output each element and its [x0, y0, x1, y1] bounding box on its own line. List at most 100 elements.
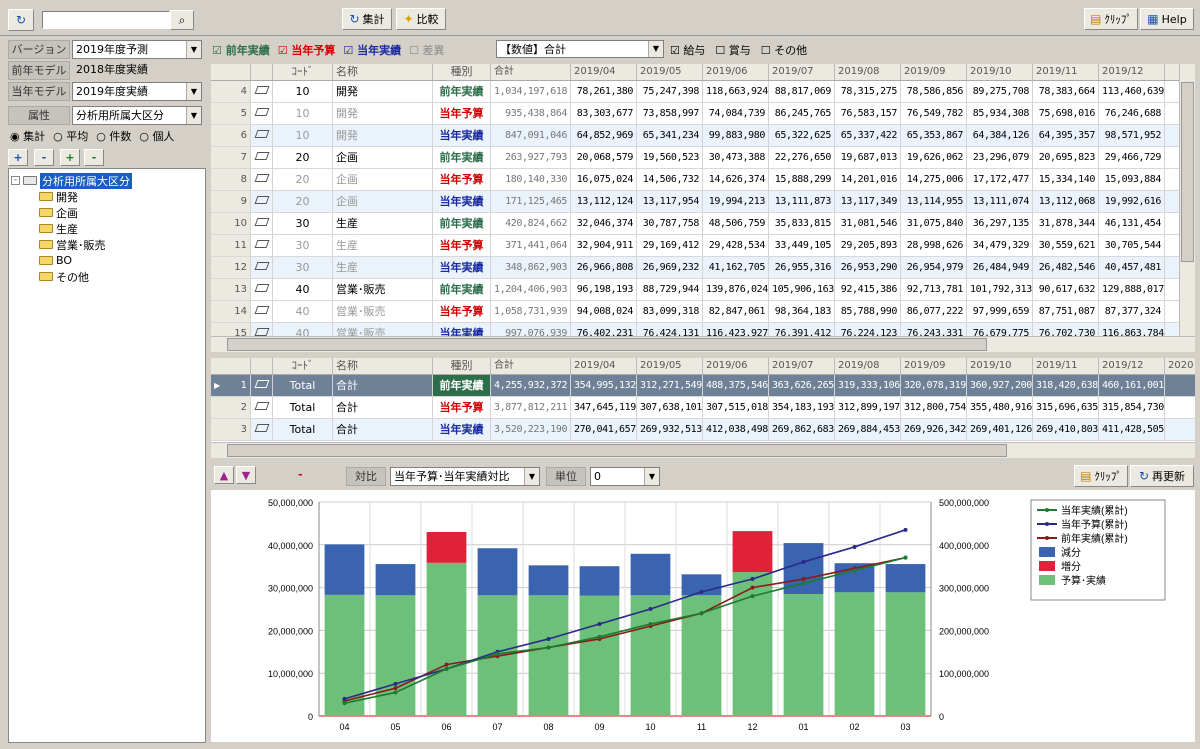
aggregate-button[interactable]: ↻ 集計 [342, 8, 392, 30]
month-cell: 343,0 [1165, 397, 1195, 418]
radio-person[interactable]: ○ 個人 [139, 128, 174, 144]
month-cell: 30,787,758 [637, 213, 703, 234]
tree-item[interactable]: その他 [39, 269, 89, 284]
column-header[interactable]: 2019/10 [967, 358, 1033, 374]
radio-average[interactable]: ○ 平均 [53, 128, 88, 144]
column-header[interactable]: 2019/07 [769, 64, 835, 80]
table-row[interactable]: 2 Total 合計 当年予算 3,877,812,211 347,645,119 307,… [211, 397, 1195, 419]
tree-root[interactable]: - 分析用所属大区分 [11, 172, 132, 189]
salary-checkbox[interactable]: ☑ 給与 [670, 42, 705, 58]
column-header[interactable]: 2019/08 [835, 64, 901, 80]
column-header[interactable]: ｺｰﾄﾞ [273, 358, 333, 374]
collapse-icon[interactable]: - [11, 176, 20, 185]
unit-select[interactable]: 0 ▼ [590, 467, 660, 486]
cur-actual-checkbox[interactable]: ☑ 当年実績 [343, 42, 401, 58]
attr-select[interactable]: 分析用所属大区分 ▼ [72, 106, 202, 125]
table-row[interactable]: 5 10 開発 当年予算 935,438,864 83,303,677 73,858,997… [211, 103, 1179, 125]
column-header[interactable]: 2019/10 [967, 64, 1033, 80]
chart-clip-button[interactable]: ▤ ｸﾘｯﾌﾟ [1074, 465, 1128, 487]
column-header[interactable]: 2019/09 [901, 358, 967, 374]
column-header[interactable]: 種別 [433, 64, 491, 80]
column-header[interactable]: 合計 [491, 358, 571, 374]
column-header[interactable]: 2019/04 [571, 64, 637, 80]
vertical-scrollbar[interactable] [1179, 64, 1195, 336]
column-header[interactable]: 合計 [491, 64, 571, 80]
table-row[interactable]: 14 40 営業･販売 当年予算 1,058,731,939 94,008,024 83,0… [211, 301, 1179, 323]
search-button[interactable]: ⌕ [170, 10, 194, 30]
column-header[interactable]: 名称 [333, 358, 433, 374]
radio-sum[interactable]: ◉ 集計 [10, 128, 45, 144]
compare-select[interactable]: 当年予算･当年実績対比 ▼ [390, 467, 540, 486]
cur-model-select[interactable]: 2019年度実績 ▼ [72, 82, 202, 101]
month-cell: 116,423,927 [703, 323, 769, 336]
variance-checkbox[interactable]: ☐ 差異 [409, 42, 444, 58]
compare-button[interactable]: ✦ 比較 [396, 8, 446, 30]
cur-model-label: 当年モデル [8, 82, 70, 101]
table-row[interactable]: 3 Total 合計 当年実績 3,520,223,190 270,041,657 269,… [211, 419, 1195, 441]
tree-item[interactable]: 生産 [39, 221, 78, 236]
tree-item[interactable]: 企画 [39, 205, 78, 220]
table-row[interactable]: ▶ 1 Total 合計 前年実績 4,255,932,372 354,995,132 312… [211, 375, 1195, 397]
scroll-thumb[interactable] [227, 338, 987, 351]
expand-all-button[interactable]: + [8, 149, 28, 166]
month-cell: 269,932,513 [637, 419, 703, 440]
clip-button[interactable]: ▤ ｸﾘｯﾌﾟ [1084, 8, 1138, 30]
table-row[interactable]: 9 20 企画 当年実績 171,125,465 13,112,124 13,117,954… [211, 191, 1179, 213]
column-header[interactable]: 2019/09 [901, 64, 967, 80]
column-header[interactable]: 2019/05 [637, 64, 703, 80]
help-button[interactable]: ▦ Help [1140, 8, 1194, 30]
column-header[interactable]: 2019/06 [703, 358, 769, 374]
table-row[interactable]: 6 10 開発 当年実績 847,091,046 64,852,969 65,341,234… [211, 125, 1179, 147]
row-number: 14 [211, 301, 251, 322]
search-input[interactable] [42, 11, 170, 29]
column-header[interactable]: 2019/12 [1099, 64, 1165, 80]
bonus-checkbox[interactable]: ☐ 賞与 [715, 42, 750, 58]
collapse-level-button[interactable]: - [84, 149, 104, 166]
scroll-thumb[interactable] [227, 444, 1007, 457]
table-row[interactable]: 7 20 企画 前年実績 263,927,793 20,068,579 19,560,523… [211, 147, 1179, 169]
refresh-small-button[interactable]: ↻ [8, 9, 34, 31]
horizontal-scrollbar-totals[interactable] [211, 442, 1195, 458]
version-select[interactable]: 2019年度予測 ▼ [72, 40, 202, 59]
table-row[interactable]: 11 30 生産 当年予算 371,441,064 32,904,911 29,169,41… [211, 235, 1179, 257]
clipboard-icon: ▤ [1080, 469, 1092, 483]
tree-item[interactable]: 営業･販売 [39, 237, 106, 252]
month-cell: 269,4 [1165, 419, 1195, 440]
table-row[interactable]: 12 30 生産 当年実績 348,862,903 26,966,808 26,969,23… [211, 257, 1179, 279]
chart-refresh-button[interactable]: ↻ 再更新 [1130, 465, 1194, 487]
amount-select[interactable]: 【数値】合計 ▼ [496, 40, 664, 58]
code-cell: 10 [273, 81, 333, 102]
table-row[interactable]: 8 20 企画 当年予算 180,140,330 16,075,024 14,506,732… [211, 169, 1179, 191]
column-header[interactable]: 2019/06 [703, 64, 769, 80]
other-checkbox[interactable]: ☐ その他 [761, 42, 807, 58]
column-header[interactable]: 2019/04 [571, 358, 637, 374]
cur-plan-checkbox[interactable]: ☑ 当年予算 [278, 42, 336, 58]
column-header[interactable]: 2019/08 [835, 358, 901, 374]
column-header[interactable]: 種別 [433, 358, 491, 374]
radio-count[interactable]: ○ 件数 [96, 128, 131, 144]
scroll-thumb[interactable] [1181, 82, 1194, 262]
legend-swatch-point [1045, 508, 1049, 512]
table-row[interactable]: 15 40 営業･販売 当年実績 997,076,939 76,402,231 76,424… [211, 323, 1179, 336]
move-up-button[interactable]: ▲ [214, 466, 234, 484]
column-header[interactable]: ｺｰﾄﾞ [273, 64, 333, 80]
column-header[interactable]: 2019/05 [637, 358, 703, 374]
column-header[interactable]: 2020 [1165, 358, 1195, 374]
tree-item[interactable]: BO [39, 253, 72, 268]
expand-level-button[interactable]: + [60, 149, 80, 166]
table-row[interactable]: 10 30 生産 前年実績 420,824,662 32,046,374 30,787,75… [211, 213, 1179, 235]
tree-item[interactable]: 開発 [39, 189, 78, 204]
code-cell: 30 [273, 235, 333, 256]
column-header[interactable]: 2019/07 [769, 358, 835, 374]
column-header[interactable]: 2019/11 [1033, 64, 1099, 80]
column-header[interactable]: 2019/12 [1099, 358, 1165, 374]
column-header[interactable]: 2019/11 [1033, 358, 1099, 374]
table-row[interactable]: 4 10 開発 前年実績 1,034,197,618 78,261,380 75,247,3… [211, 81, 1179, 103]
table-row[interactable]: 13 40 営業･販売 前年実績 1,204,406,903 96,198,193 88,7… [211, 279, 1179, 301]
prev-actual-checkbox[interactable]: ☑ 前年実績 [212, 42, 270, 58]
collapse-all-button[interactable]: - [34, 149, 54, 166]
bar-increase [732, 531, 773, 573]
column-header[interactable]: 名称 [333, 64, 433, 80]
horizontal-scrollbar[interactable] [211, 336, 1195, 352]
move-down-button[interactable]: ▼ [236, 466, 256, 484]
